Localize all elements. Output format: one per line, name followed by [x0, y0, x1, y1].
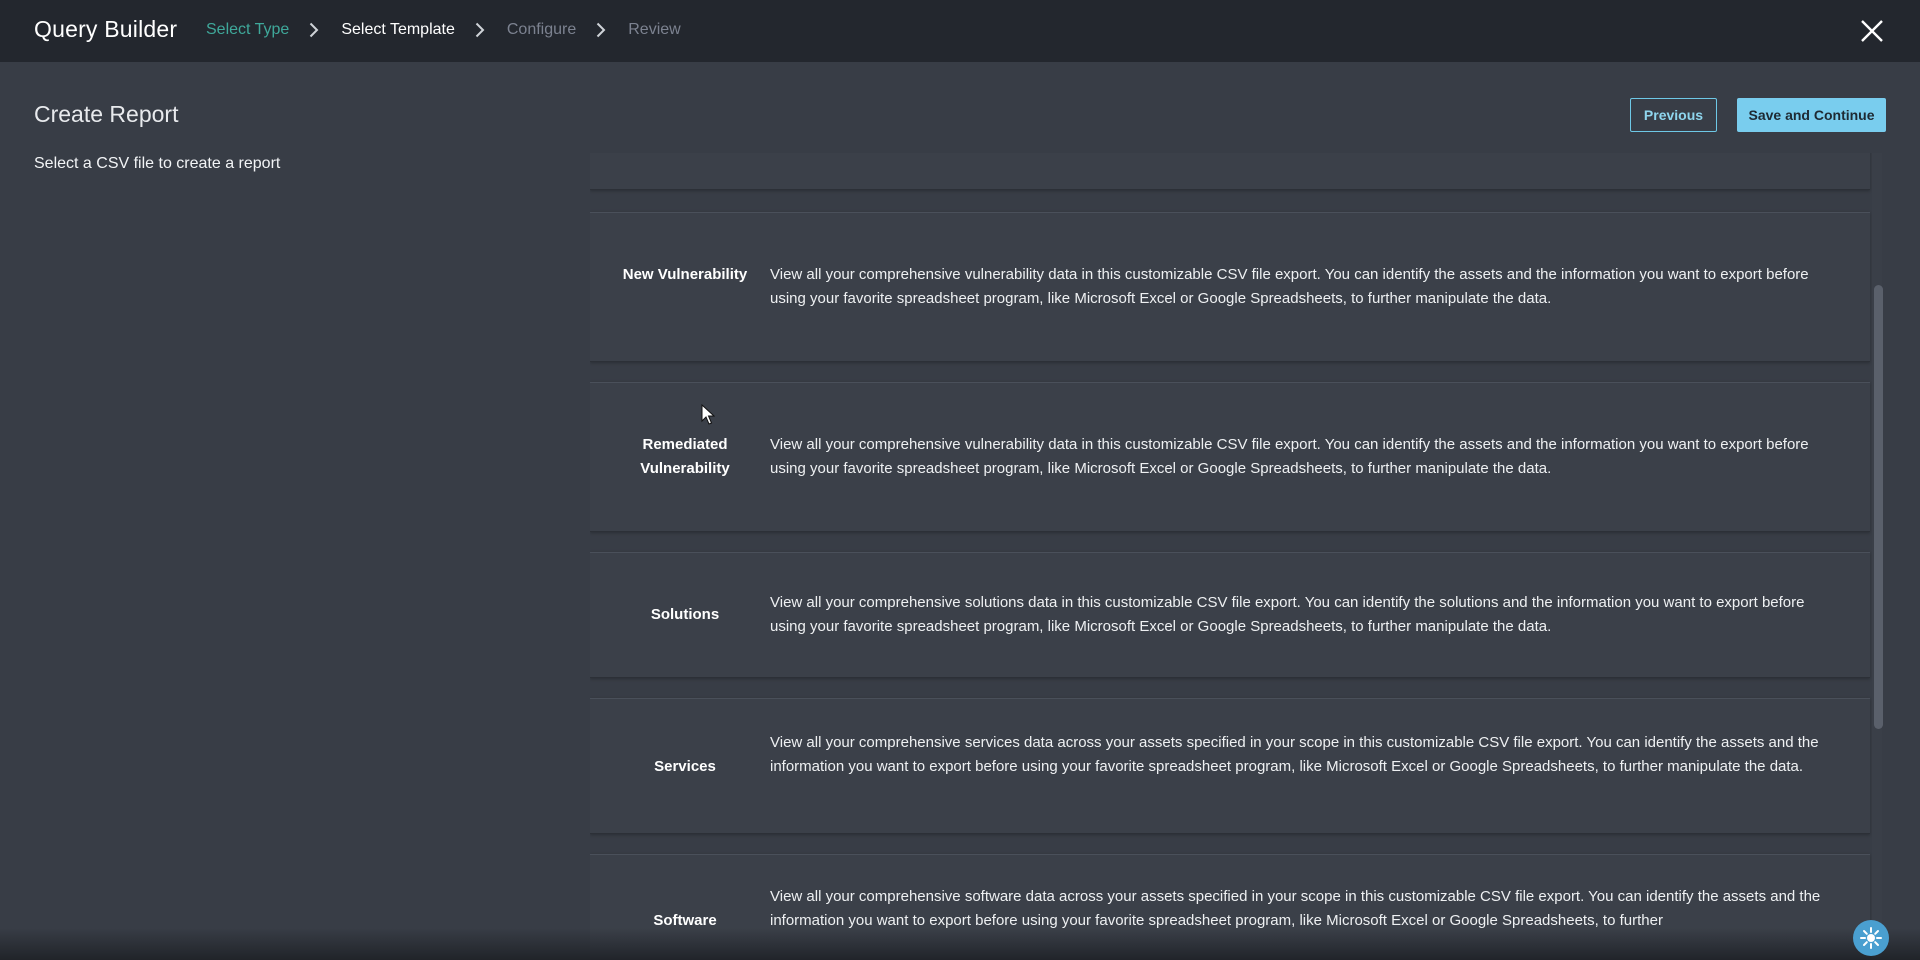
- save-and-continue-button[interactable]: Save and Continue: [1737, 98, 1886, 132]
- template-name: Remediated Vulnerability: [640, 436, 730, 477]
- previous-button[interactable]: Previous: [1630, 98, 1717, 132]
- template-card-services[interactable]: Services View all your comprehensive ser…: [590, 698, 1870, 834]
- step-configure: Configure: [506, 21, 577, 38]
- template-list[interactable]: New Vulnerability View all your comprehe…: [590, 153, 1872, 960]
- template-name: Services: [654, 758, 716, 775]
- app-title: Query Builder: [34, 16, 178, 42]
- template-name: Solutions: [650, 606, 720, 623]
- template-description: View all your comprehensive vulnerabilit…: [770, 436, 1809, 477]
- step-select-template[interactable]: Select Template: [341, 21, 455, 39]
- step-review: Review: [628, 21, 681, 38]
- chevron-right-icon: [475, 21, 487, 39]
- template-description: View all your comprehensive software dat…: [770, 888, 1821, 929]
- chevron-right-icon: [309, 21, 321, 39]
- template-card-partial[interactable]: [590, 153, 1870, 190]
- scrollbar-thumb[interactable]: [1874, 285, 1883, 729]
- template-card-software[interactable]: Software View all your comprehensive sof…: [590, 854, 1870, 960]
- mouse-cursor-icon: [701, 403, 716, 426]
- template-name: New Vulnerability: [622, 266, 748, 283]
- template-description: View all your comprehensive solutions da…: [770, 594, 1805, 635]
- template-card-solutions[interactable]: Solutions View all your comprehensive so…: [590, 552, 1870, 678]
- page-subtitle: Select a CSV file to create a report: [34, 155, 281, 172]
- chevron-right-icon: [596, 21, 608, 39]
- help-widget-icon[interactable]: [1853, 920, 1889, 956]
- top-bar: Query Builder Select Type Select Templat…: [0, 0, 1920, 62]
- template-description: View all your comprehensive vulnerabilit…: [770, 266, 1809, 307]
- step-select-type[interactable]: Select Type: [206, 21, 289, 39]
- template-card-new-vulnerability[interactable]: New Vulnerability View all your comprehe…: [590, 212, 1870, 362]
- wizard-steps: Select Type Select Template Configure Re…: [206, 21, 681, 39]
- close-icon[interactable]: [1858, 17, 1886, 45]
- template-description: View all your comprehensive services dat…: [770, 734, 1819, 775]
- page-title: Create Report: [34, 101, 179, 127]
- template-name: Software: [653, 912, 717, 929]
- template-card-remediated-vulnerability[interactable]: Remediated Vulnerability View all your c…: [590, 382, 1870, 532]
